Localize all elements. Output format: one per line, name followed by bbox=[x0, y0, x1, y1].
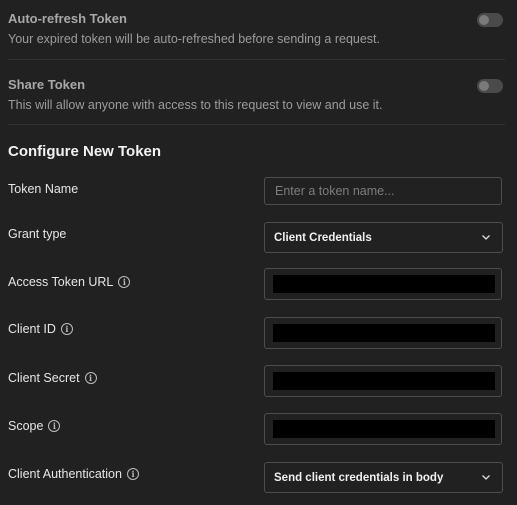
chevron-down-icon bbox=[482, 235, 490, 240]
divider bbox=[8, 124, 505, 125]
scope-label-text: Scope bbox=[8, 419, 44, 433]
share-token-description: This will allow anyone with access to th… bbox=[8, 98, 383, 112]
client-secret-label: Client Secret i bbox=[8, 371, 97, 385]
share-token-section: Share Token This will allow anyone with … bbox=[8, 77, 505, 112]
access-token-url-label-text: Access Token URL bbox=[8, 275, 114, 289]
redacted-value bbox=[273, 324, 495, 342]
redacted-value bbox=[273, 372, 495, 390]
toggle-knob bbox=[479, 81, 489, 91]
info-icon[interactable]: i bbox=[84, 372, 97, 384]
client-authentication-label-text: Client Authentication bbox=[8, 467, 122, 481]
scope-field[interactable] bbox=[264, 413, 502, 445]
grant-type-label: Grant type bbox=[8, 227, 66, 241]
auto-refresh-description: Your expired token will be auto-refreshe… bbox=[8, 32, 380, 46]
redacted-value bbox=[273, 275, 495, 293]
token-name-label-text: Token Name bbox=[8, 182, 79, 196]
client-authentication-label: Client Authentication i bbox=[8, 467, 139, 481]
info-icon[interactable]: i bbox=[118, 276, 131, 288]
info-icon[interactable]: i bbox=[60, 323, 73, 335]
chevron-down-icon bbox=[482, 475, 490, 480]
info-icon[interactable]: i bbox=[126, 468, 139, 480]
auto-refresh-title: Auto-refresh Token bbox=[8, 11, 127, 26]
access-token-url-field[interactable] bbox=[264, 268, 502, 300]
grant-type-select[interactable]: Client Credentials bbox=[264, 222, 503, 253]
divider bbox=[8, 59, 505, 60]
token-name-input[interactable] bbox=[265, 178, 501, 204]
share-token-toggle[interactable] bbox=[477, 79, 503, 93]
grant-type-label-text: Grant type bbox=[8, 227, 67, 241]
configure-token-title: Configure New Token bbox=[8, 143, 162, 160]
scope-label: Scope i bbox=[8, 419, 61, 433]
client-secret-field[interactable] bbox=[264, 365, 502, 397]
access-token-url-label: Access Token URL i bbox=[8, 275, 131, 289]
info-icon[interactable]: i bbox=[48, 420, 61, 432]
redacted-value bbox=[273, 420, 495, 438]
auto-refresh-toggle[interactable] bbox=[477, 13, 503, 27]
toggle-knob bbox=[479, 15, 489, 25]
share-token-title: Share Token bbox=[8, 77, 86, 92]
client-authentication-select[interactable]: Send client credentials in body bbox=[264, 462, 503, 493]
client-id-field[interactable] bbox=[264, 317, 502, 349]
token-name-field[interactable] bbox=[264, 177, 502, 205]
token-name-label: Token Name bbox=[8, 182, 78, 196]
client-authentication-value: Send client credentials in body bbox=[274, 471, 444, 484]
client-secret-label-text: Client Secret bbox=[8, 371, 80, 385]
auto-refresh-section: Auto-refresh Token Your expired token wi… bbox=[8, 11, 505, 46]
client-id-label: Client ID i bbox=[8, 322, 73, 336]
grant-type-value: Client Credentials bbox=[274, 231, 372, 244]
client-id-label-text: Client ID bbox=[8, 322, 56, 336]
